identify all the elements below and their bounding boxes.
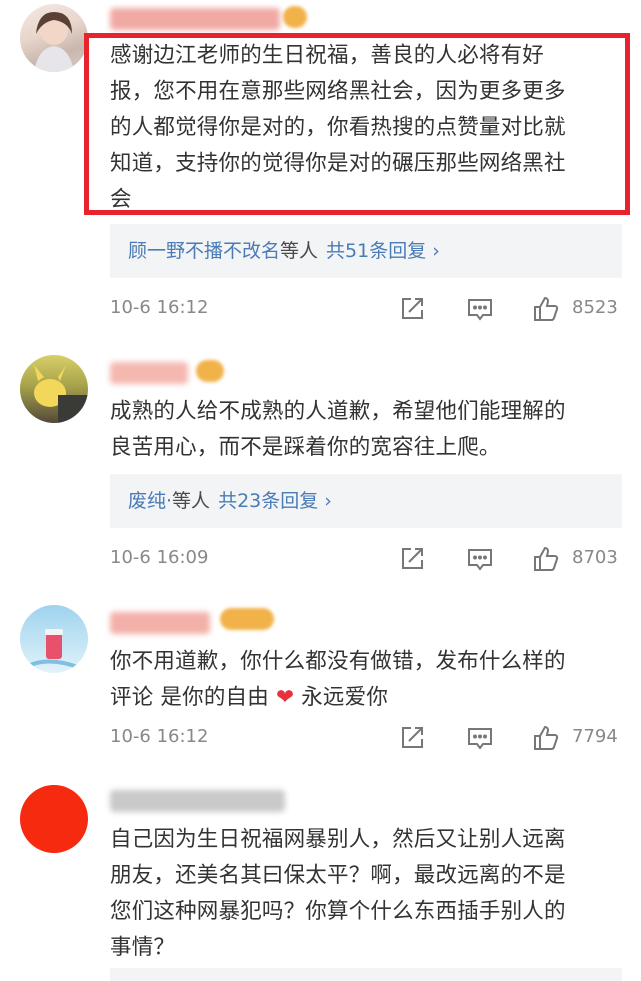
comment-meta: 10-6 16:09 8703 — [110, 545, 622, 575]
replies-box[interactable]: 顾一野不播不改名等人 共51条回复 › — [110, 224, 622, 278]
thumbs-up-icon[interactable] — [532, 295, 562, 323]
comment-icon[interactable] — [466, 724, 496, 752]
comment-time: 10-6 16:09 — [110, 547, 209, 568]
heart-icon: ❤ — [275, 685, 295, 710]
thumbs-up-icon[interactable] — [532, 545, 562, 573]
comment-text: 你不用道歉，你什么都没有做错，发布什么样的 评论 是你的自由 ❤ 永远爱你 — [110, 644, 620, 716]
replies-box[interactable]: 废纯·等人 共23条回复 › — [110, 474, 622, 528]
comment-meta: 10-6 16:12 8523 — [110, 295, 622, 325]
vip-badge — [283, 6, 307, 28]
comment-icon[interactable] — [466, 295, 496, 323]
reply-count-link[interactable]: 共23条回复 › — [218, 490, 332, 512]
like-count: 8703 — [572, 547, 618, 568]
username-blurred[interactable] — [110, 8, 280, 30]
comment-icon[interactable] — [466, 545, 496, 573]
reply-count-link[interactable]: 共51条回复 › — [326, 240, 440, 262]
replies-box-partial[interactable] — [110, 968, 622, 981]
username-blurred[interactable] — [110, 612, 210, 634]
avatar[interactable] — [20, 785, 88, 853]
comment-text: 成熟的人给不成熟的人道歉，希望他们能理解的 良苦用心，而不是踩着你的宽容往上爬。 — [110, 399, 566, 460]
share-icon[interactable] — [398, 295, 428, 323]
share-icon[interactable] — [398, 545, 428, 573]
comment-text: 感谢边江老师的生日祝福，善良的人必将有好 报，您不用在意那些网络黑社会，因为更多… — [110, 43, 566, 212]
vip-badge — [196, 360, 224, 382]
username-blurred[interactable] — [110, 790, 285, 812]
avatar[interactable] — [20, 605, 88, 673]
share-icon[interactable] — [398, 724, 428, 752]
comment-time: 10-6 16:12 — [110, 726, 209, 747]
comment-time: 10-6 16:12 — [110, 297, 209, 318]
reply-user-link[interactable]: 废纯· — [128, 490, 172, 512]
comment-text-with-heart: 评论 是你的自由 ❤ 永远爱你 — [110, 685, 389, 710]
reply-user-link[interactable]: 顾一野不播不改名 — [128, 240, 280, 262]
comment-text: 自己因为生日祝福网暴别人，然后又让别人远离 朋友，还美名其曰保太平？啊，最改远离… — [110, 827, 566, 960]
username-blurred[interactable] — [110, 362, 188, 384]
avatar[interactable] — [20, 355, 88, 423]
comment-meta: 10-6 16:12 7794 — [110, 724, 622, 754]
like-count: 7794 — [572, 726, 618, 747]
like-count: 8523 — [572, 297, 618, 318]
avatar[interactable] — [20, 4, 88, 72]
thumbs-up-icon[interactable] — [532, 724, 562, 752]
vip-badge — [220, 608, 274, 630]
